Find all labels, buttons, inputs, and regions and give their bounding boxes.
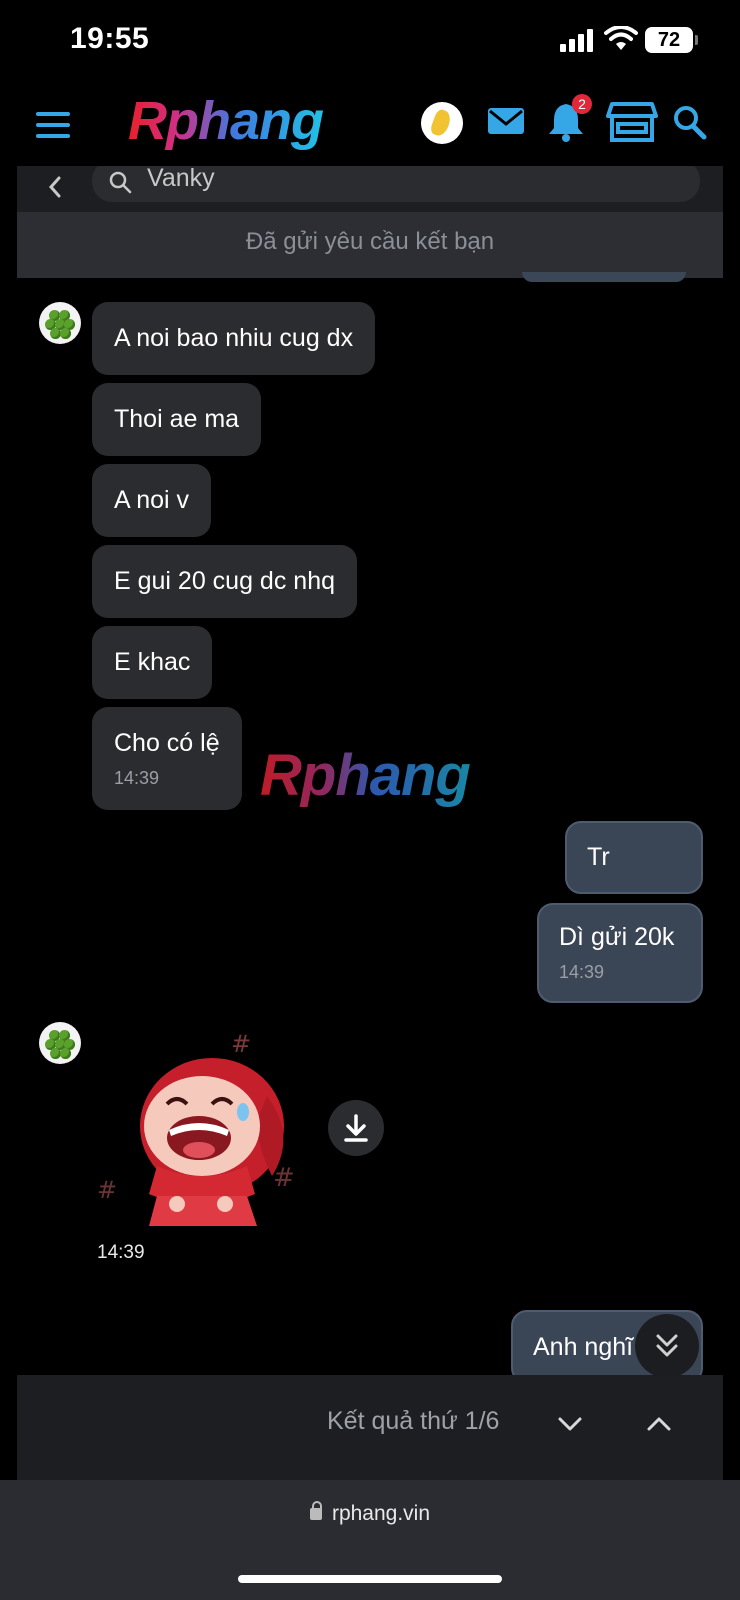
incoming-message[interactable]: E gui 20 cug dc nhq	[92, 545, 357, 618]
search-query: Vanky	[147, 166, 215, 192]
mail-icon[interactable]	[484, 100, 528, 144]
lock-icon	[309, 1501, 322, 1520]
laughing-sticker-image[interactable]: # # #	[97, 1026, 317, 1226]
download-button[interactable]	[328, 1100, 384, 1156]
incoming-message[interactable]: Cho có lệ 14:39	[92, 707, 242, 810]
search-result-bar: Kết quả thứ 1/6	[17, 1375, 723, 1480]
app-header: Rphang 2	[0, 84, 740, 166]
url-text: rphang.vin	[331, 1502, 431, 1525]
message-timestamp: 14:39	[114, 768, 160, 788]
incoming-message[interactable]: A noi v	[92, 464, 212, 537]
wifi-icon	[604, 26, 638, 50]
chat-search-row: Vanky	[17, 166, 723, 212]
outgoing-message[interactable]: Tr	[565, 821, 703, 894]
url-display[interactable]: rphang.vin	[0, 1501, 740, 1526]
previous-message-bubble	[522, 272, 686, 282]
cellular-signal-icon	[560, 29, 593, 52]
previous-result-chevron-up-icon[interactable]	[645, 1413, 673, 1433]
scroll-to-bottom-button[interactable]	[635, 1314, 699, 1378]
browser-address-bar[interactable]: rphang.vin	[0, 1480, 740, 1600]
next-result-chevron-down-icon[interactable]	[556, 1415, 584, 1435]
message-timestamp: 14:39	[559, 962, 605, 982]
status-bar: 19:55 72	[0, 0, 740, 84]
store-icon[interactable]	[606, 100, 658, 144]
search-result-counter: Kết quả thứ 1/6	[327, 1407, 500, 1435]
clock: 19:55	[70, 22, 150, 55]
message-search-input[interactable]: Vanky	[92, 166, 700, 202]
watermark-logo: Rphang	[260, 743, 471, 808]
home-indicator[interactable]	[238, 1575, 502, 1583]
download-icon	[344, 1114, 368, 1142]
chat-panel: Vanky Đã gửi yêu cầu kết bạn A noi bao n…	[17, 166, 723, 1480]
battery-indicator: 72	[645, 27, 698, 53]
user-avatar[interactable]	[421, 102, 463, 144]
svg-text:#: #	[97, 1176, 117, 1204]
incoming-message[interactable]: A noi bao nhiu cug dx	[92, 302, 376, 375]
contact-avatar[interactable]	[39, 302, 81, 344]
double-chevron-down-icon	[656, 1334, 678, 1357]
message-timestamp: 14:39	[97, 1242, 145, 1263]
friend-request-banner: Đã gửi yêu cầu kết bạn	[17, 212, 723, 278]
svg-text:#: #	[231, 1030, 251, 1058]
magnifier-icon	[109, 171, 132, 194]
back-arrow-icon[interactable]	[43, 172, 67, 202]
contact-avatar[interactable]	[39, 1022, 81, 1064]
incoming-message[interactable]: Thoi ae ma	[92, 383, 262, 456]
outgoing-message[interactable]: Dì gửi 20k 14:39	[537, 903, 703, 1003]
menu-icon[interactable]	[36, 112, 70, 138]
site-logo[interactable]: Rphang	[128, 90, 324, 152]
incoming-message[interactable]: E khac	[92, 626, 213, 699]
search-icon[interactable]	[672, 100, 708, 144]
notification-badge: 2	[572, 94, 592, 114]
